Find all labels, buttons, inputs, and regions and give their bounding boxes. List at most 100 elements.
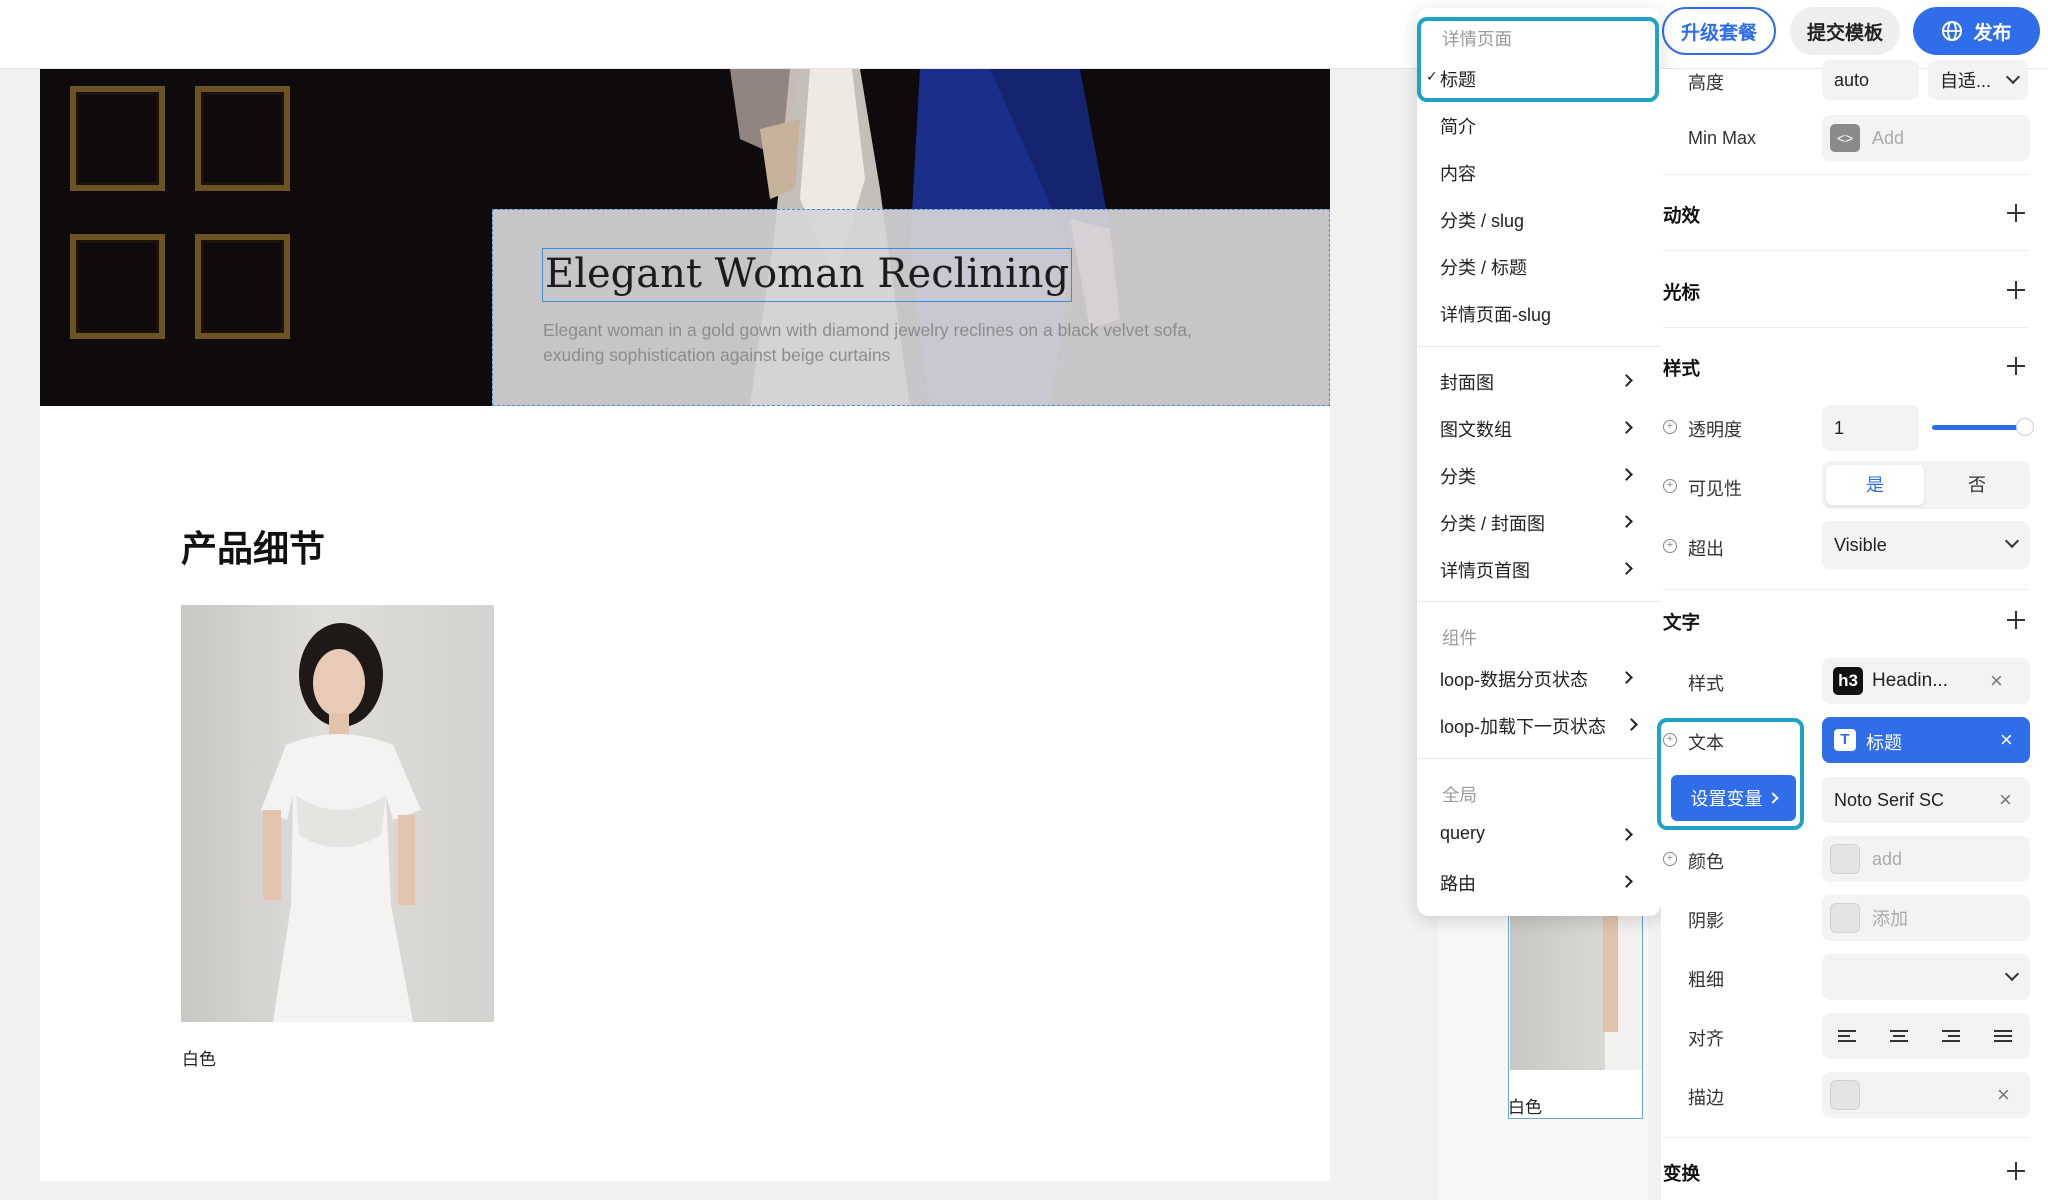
section-divider [1663,327,2028,328]
add-binding-icon[interactable]: + [1663,479,1677,493]
menu-item-loop-load-next[interactable]: loop-加载下一页状态 [1440,713,1606,739]
visibility-label: 可见性 [1688,479,1742,499]
submit-template-button[interactable]: 提交模板 [1790,7,1900,55]
section-transform[interactable]: 变换 [1663,1160,1700,1186]
menu-item-category-cover[interactable]: 分类 / 封面图 [1440,510,1545,536]
section-animation[interactable]: 动效 [1663,202,1700,228]
menu-item-category-title[interactable]: 分类 / 标题 [1440,254,1527,280]
close-icon[interactable]: × [1997,1084,2010,1106]
height-mode-value: 自适... [1940,71,1992,91]
hero-description[interactable]: Elegant woman in a gold gown with diamon… [543,318,1243,368]
add-binding-icon[interactable]: + [1663,539,1677,553]
chevron-right-icon [1620,671,1633,684]
color-swatch[interactable] [1830,844,1860,874]
hero-text-card[interactable] [492,209,1330,406]
menu-item-route[interactable]: 路由 [1440,870,1476,896]
opacity-slider-thumb[interactable] [2016,418,2034,436]
opacity-input[interactable]: 1 [1822,405,1919,451]
overflow-select[interactable]: Visible [1822,521,2030,569]
publish-label: 发布 [1973,22,2012,44]
model-figure [261,623,421,1022]
menu-item-category-slug[interactable]: 分类 / slug [1440,207,1524,233]
globe-icon [1942,21,1963,41]
shadow-label: 阴影 [1688,911,1724,931]
font-weight-select[interactable] [1822,954,2030,1000]
menu-item-detail-hero[interactable]: 详情页首图 [1440,557,1530,583]
chevron-right-icon [1625,718,1638,731]
align-label: 对齐 [1688,1029,1724,1049]
text-binding-value: 标题 [1866,733,1902,753]
section-style[interactable]: 样式 [1663,355,1700,381]
menu-item-loop-pagination[interactable]: loop-数据分页状态 [1440,666,1588,692]
section-divider [1663,1137,2028,1138]
add-style-icon[interactable] [2006,356,2026,376]
variable-menu: 详情页面 ✓ 标题 简介 内容 分类 / slug 分类 / 标题 详情页面-s… [1417,8,1661,916]
color-label: 颜色 [1688,852,1724,872]
add-transform-icon[interactable] [2006,1161,2026,1181]
menu-divider [1417,758,1661,759]
chevron-right-icon [1620,374,1633,387]
add-cursor-icon[interactable] [2006,280,2026,300]
heading-badge-icon: h3 [1833,667,1863,695]
height-input[interactable]: auto [1822,60,1919,100]
visibility-no-option[interactable]: 否 [1928,465,2026,505]
clear-binding-icon[interactable]: × [2000,729,2013,751]
menu-group-components-header: 组件 [1442,628,1477,648]
close-icon[interactable]: × [1990,670,2003,692]
align-left-icon[interactable] [1838,1030,1858,1044]
publish-button[interactable]: 发布 [1913,7,2040,55]
chevron-right-icon [1620,468,1633,481]
stroke-label: 描边 [1688,1088,1724,1108]
add-animation-icon[interactable] [2006,203,2026,223]
minmax-label: Min Max [1688,128,1757,148]
section-divider [1663,174,2028,175]
menu-item-cover[interactable]: 封面图 [1440,369,1494,395]
chevron-right-icon [1620,421,1633,434]
menu-item-summary[interactable]: 简介 [1440,113,1476,139]
upgrade-plan-button[interactable]: 升级套餐 [1662,7,1776,55]
align-justify-icon[interactable] [1994,1030,2014,1044]
menu-item-category[interactable]: 分类 [1440,463,1476,489]
align-right-icon[interactable] [1942,1030,1962,1044]
chevron-right-icon [1620,515,1633,528]
section-cursor[interactable]: 光标 [1663,279,1700,305]
menu-item-query[interactable]: query [1440,823,1485,844]
visibility-yes-option[interactable]: 是 [1826,465,1924,505]
menu-group-global-header: 全局 [1442,785,1477,805]
hero-title[interactable]: Elegant Woman Reclining [542,248,1073,302]
text-type-icon: T [1834,729,1856,751]
text-style-label: 样式 [1688,674,1724,694]
preview-caption: 白色 [1508,1098,1542,1117]
stroke-swatch[interactable] [1830,1080,1860,1110]
chevron-right-icon [1620,828,1633,841]
menu-divider [1417,601,1661,602]
section-divider [1663,250,2028,251]
section-title[interactable]: 产品细节 [181,520,325,572]
menu-item-detail-slug[interactable]: 详情页面-slug [1440,301,1551,327]
section-divider [1663,589,2028,590]
code-icon: <> [1830,124,1860,152]
align-center-icon[interactable] [1890,1030,1910,1044]
section-text[interactable]: 文字 [1663,609,1700,635]
top-toolbar: 升级套餐 提交模板 发布 [0,0,2048,69]
menu-item-image-array[interactable]: 图文数组 [1440,416,1512,442]
highlight-set-variable [1657,718,1804,830]
highlight-title-selection [1417,17,1659,102]
chevron-right-icon [1620,875,1633,888]
opacity-slider[interactable] [1932,425,2024,430]
menu-item-content[interactable]: 内容 [1440,160,1476,186]
add-binding-icon[interactable]: + [1663,420,1677,434]
close-icon[interactable]: × [1999,789,2012,811]
overflow-label: 超出 [1688,539,1724,559]
weight-label: 粗细 [1688,970,1724,990]
product-photo[interactable] [181,605,494,1022]
shadow-swatch[interactable] [1830,903,1860,933]
preview-photo [1510,912,1642,1070]
opacity-label: 透明度 [1688,420,1742,440]
menu-divider [1417,346,1661,347]
add-text-icon[interactable] [2006,610,2026,630]
chevron-right-icon [1620,562,1633,575]
height-label: 高度 [1688,73,1724,93]
add-binding-icon[interactable]: + [1663,852,1677,866]
product-caption[interactable]: 白色 [182,1045,216,1070]
